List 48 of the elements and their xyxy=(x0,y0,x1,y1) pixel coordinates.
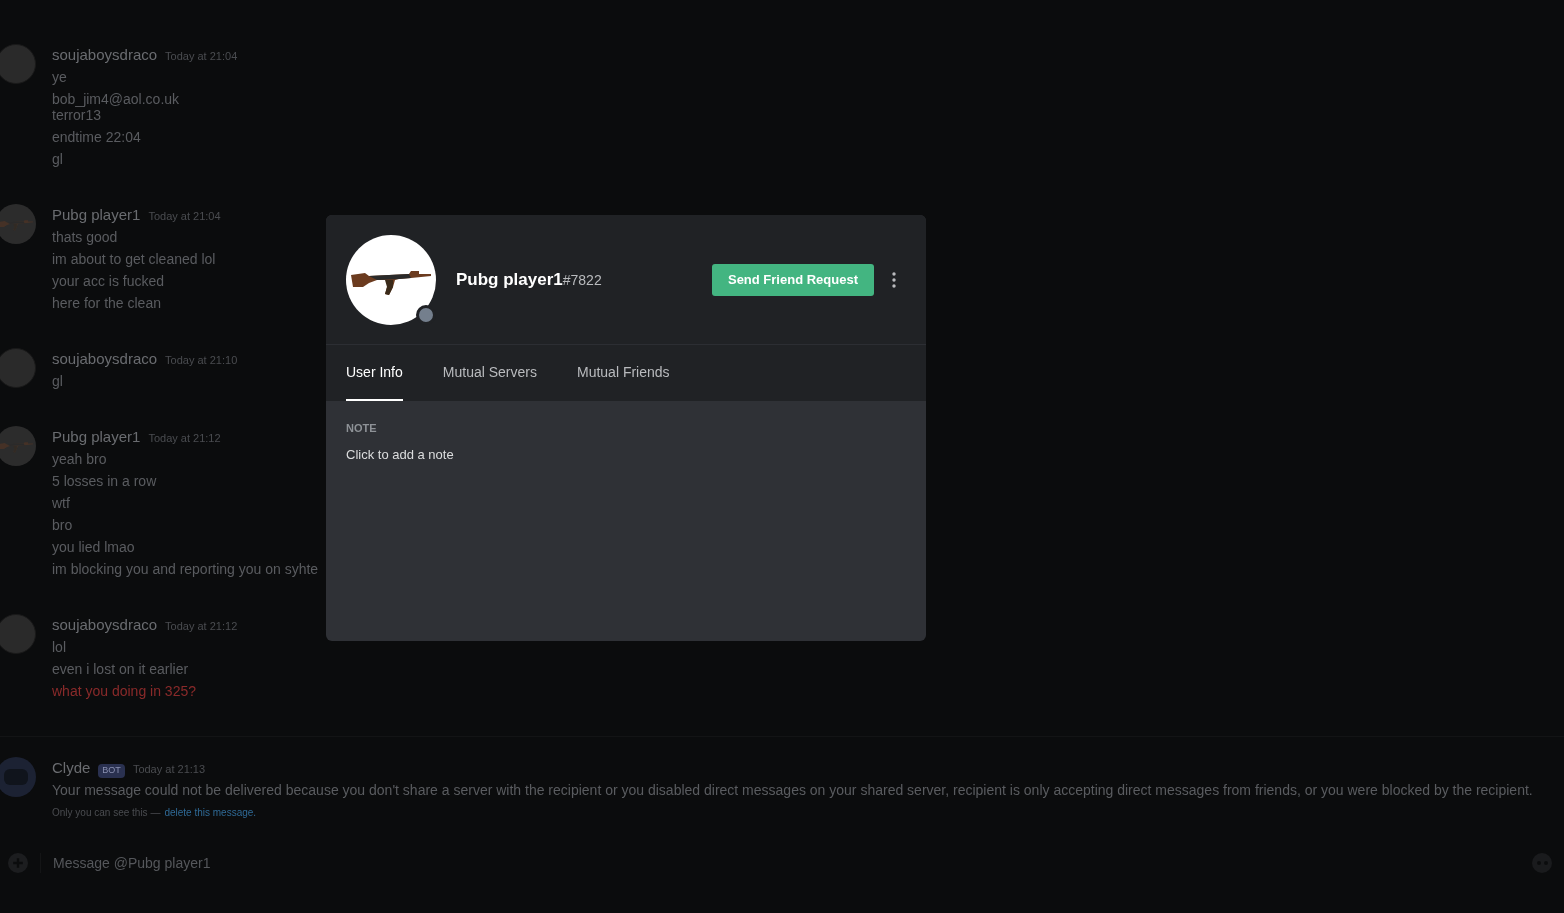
bot-avatar xyxy=(0,757,36,797)
profile-tab[interactable]: Mutual Friends xyxy=(576,345,670,401)
timestamp: Today at 21:10 xyxy=(165,353,238,368)
notice-text: Only you can see this — xyxy=(52,806,161,820)
profile-name: Pubg player1 xyxy=(456,268,563,291)
message-text: 5 losses in a row xyxy=(52,472,158,491)
username[interactable]: Clyde xyxy=(52,757,91,780)
message-text: thats good xyxy=(52,228,119,247)
message-text: im blocking you and reporting you on syhte xyxy=(52,560,319,579)
timestamp: Today at 21:04 xyxy=(165,49,238,64)
message-text: gl xyxy=(52,150,64,169)
note-field[interactable]: Click to add a note xyxy=(346,444,906,464)
message-text: here for the clean xyxy=(52,294,162,313)
bot-badge: BOT xyxy=(98,764,125,778)
message-input[interactable]: Message @Pubg player1 xyxy=(53,852,1532,874)
message-text: bob_jim4@aol.co.uk terror13 xyxy=(52,90,181,125)
username[interactable]: soujaboysdraco xyxy=(52,44,158,67)
message-text: what you doing in 325? xyxy=(52,682,197,701)
message-text: im about to get cleaned lol xyxy=(52,250,217,269)
profile-tab[interactable]: User Info xyxy=(346,345,403,401)
message-text: you lied lmao xyxy=(52,538,136,557)
message-text: wtf xyxy=(52,494,71,513)
avatar xyxy=(0,614,36,654)
avatar xyxy=(0,44,36,84)
message-text: yeah bro xyxy=(52,450,108,469)
username[interactable]: soujaboysdraco xyxy=(52,348,158,371)
message-text: ye xyxy=(52,68,68,87)
timestamp: Today at 21:12 xyxy=(148,431,221,446)
username[interactable]: Pubg player1 xyxy=(52,204,141,227)
username[interactable]: soujaboysdraco xyxy=(52,614,158,637)
send-friend-request-button[interactable]: Send Friend Request xyxy=(711,263,874,296)
note-heading: NOTE xyxy=(346,421,378,436)
more-icon[interactable] xyxy=(892,271,896,288)
delete-message-link[interactable]: delete this message. xyxy=(164,805,257,820)
profile-tag: #7822 xyxy=(562,269,602,291)
message-text: Your message could not be delivered because you don't share a server with the recipient or you disabled direct messages on your shared server, recipient is only accepting direct messages from friends, or you were blocked by the recipient. xyxy=(52,781,1533,800)
avatar xyxy=(0,348,36,388)
timestamp: Today at 21:12 xyxy=(165,619,238,634)
timestamp: Today at 21:13 xyxy=(132,762,206,777)
username[interactable]: Pubg player1 xyxy=(52,426,141,449)
message-text: bro xyxy=(52,516,74,535)
timestamp: Today at 21:04 xyxy=(148,209,221,224)
message-text: gl xyxy=(52,372,64,391)
profile-tab[interactable]: Mutual Servers xyxy=(442,345,537,401)
message-text: your acc is fucked xyxy=(52,272,166,291)
message-text: lol xyxy=(52,638,67,657)
message-text: even i lost on it earlier xyxy=(52,660,190,679)
message-text: endtime 22:04 xyxy=(52,128,142,147)
